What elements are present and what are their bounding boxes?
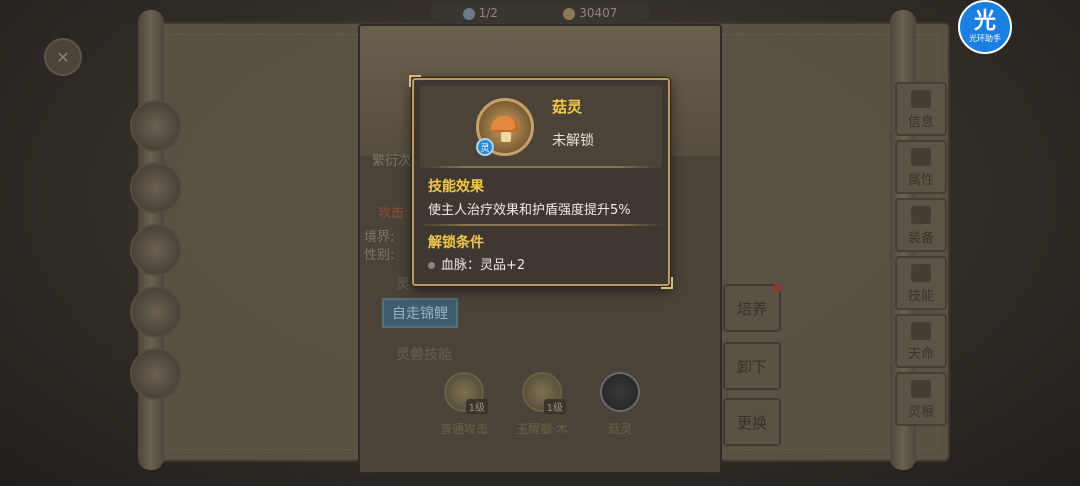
unload-button[interactable]: 卸下 bbox=[723, 342, 781, 390]
top-resource-bar: 1/2 30407 bbox=[430, 3, 650, 23]
tooltip-divider bbox=[418, 224, 664, 226]
avatar[interactable] bbox=[130, 162, 182, 214]
skills-section-title: 灵兽技能 bbox=[396, 347, 452, 363]
resource-icon bbox=[462, 7, 475, 20]
avatar[interactable] bbox=[130, 224, 182, 276]
beast-tag-label: 自走锦鲤 bbox=[392, 306, 448, 322]
notification-dot bbox=[773, 283, 782, 292]
resource-item-1: 1/2 bbox=[462, 6, 498, 20]
effect-heading: 技能效果 bbox=[428, 179, 484, 195]
equipment-icon bbox=[911, 206, 931, 224]
info-icon bbox=[911, 90, 931, 108]
menu-icon[interactable]: ✕ bbox=[44, 38, 82, 76]
attributes-icon bbox=[911, 148, 931, 166]
tab-label: 天命 bbox=[907, 347, 934, 362]
unlock-text: 血脉：灵品+2 bbox=[441, 258, 526, 273]
cultivate-label: 培养 bbox=[736, 299, 767, 318]
tab-label: 灵根 bbox=[907, 405, 934, 420]
realm-label: 境界: bbox=[364, 230, 395, 245]
left-avatar-list bbox=[130, 100, 190, 410]
badge-label: 灵 bbox=[480, 143, 490, 154]
tab-label: 装备 bbox=[907, 231, 934, 246]
tab-equipment[interactable]: 装备 bbox=[895, 198, 947, 252]
resource-item-2: 30407 bbox=[563, 6, 617, 20]
beast-type-tag[interactable]: 自走锦鲤 bbox=[382, 298, 458, 328]
skill-slot-jade[interactable]: 1级 玉醒瓣·木 bbox=[512, 372, 572, 437]
replace-button[interactable]: 更换 bbox=[723, 398, 781, 446]
skill-level: 1级 bbox=[543, 399, 566, 414]
mushroom-cap bbox=[491, 116, 519, 132]
tooltip-lock-status: 未解锁 bbox=[552, 133, 594, 149]
resource-1-value: 1/2 bbox=[478, 6, 498, 20]
spirit-root-icon bbox=[911, 380, 931, 398]
breed-label: 繁衍次 bbox=[372, 154, 412, 169]
tooltip-divider bbox=[418, 166, 664, 168]
tab-skills[interactable]: 技能 bbox=[895, 256, 947, 310]
tab-label: 属性 bbox=[907, 173, 934, 188]
bullet-icon bbox=[428, 262, 435, 269]
tooltip-header bbox=[420, 86, 662, 166]
normal-attack-icon: 1级 bbox=[444, 372, 488, 414]
skill-slot-normal-attack[interactable]: 1级 普通攻击 bbox=[434, 372, 494, 437]
assistant-logo[interactable]: 光 光环助手 bbox=[958, 0, 1012, 54]
tooltip-skill-name: 菇灵 bbox=[552, 98, 583, 116]
assistant-label: 光环助手 bbox=[969, 33, 1001, 43]
skill-slot-mushroom[interactable]: 菇灵 bbox=[590, 372, 650, 437]
avatar[interactable] bbox=[130, 286, 182, 338]
attack-label: 攻击: bbox=[378, 206, 409, 221]
replace-label: 更换 bbox=[736, 413, 767, 432]
avatar[interactable] bbox=[130, 100, 182, 152]
locked-skill-icon bbox=[600, 372, 640, 412]
unlock-heading: 解锁条件 bbox=[428, 235, 484, 251]
right-tab-list: 信息 属性 装备 技能 天命 灵根 bbox=[895, 82, 951, 430]
assistant-logo-glyph: 光 bbox=[973, 8, 996, 34]
spirit-badge-icon: 灵 bbox=[476, 138, 494, 156]
resource-2-value: 30407 bbox=[579, 6, 618, 20]
tab-destiny[interactable]: 天命 bbox=[895, 314, 947, 368]
destiny-icon bbox=[911, 322, 931, 340]
skill-name: 玉醒瓣·木 bbox=[516, 422, 568, 436]
unlock-condition: 血脉：灵品+2 bbox=[428, 254, 525, 273]
tab-label: 信息 bbox=[907, 115, 934, 130]
beast-section-title: 灵 bbox=[396, 277, 410, 293]
coin-icon bbox=[563, 7, 576, 20]
tab-spirit-root[interactable]: 灵根 bbox=[895, 372, 947, 426]
tab-info[interactable]: 信息 bbox=[895, 82, 947, 136]
avatar[interactable] bbox=[130, 348, 182, 400]
mushroom-stem bbox=[501, 132, 511, 142]
skill-name: 普通攻击 bbox=[439, 422, 488, 436]
cultivate-button[interactable]: 培养 bbox=[723, 283, 782, 332]
skill-level: 1级 bbox=[465, 399, 488, 414]
gender-label: 性别: bbox=[364, 248, 395, 263]
tab-attributes[interactable]: 属性 bbox=[895, 140, 947, 194]
effect-text: 使主人治疗效果和护盾强度提升5% bbox=[428, 203, 631, 218]
skill-name: 菇灵 bbox=[607, 422, 632, 436]
jade-skill-icon: 1级 bbox=[522, 372, 566, 414]
unload-label: 卸下 bbox=[736, 357, 767, 376]
tab-label: 技能 bbox=[907, 289, 934, 304]
skills-icon bbox=[911, 264, 931, 282]
